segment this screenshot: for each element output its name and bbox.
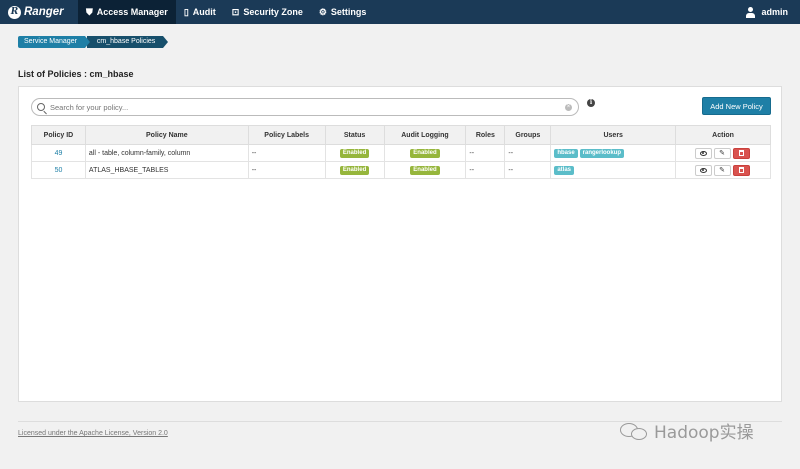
policy-labels: --	[247, 161, 326, 179]
ranger-logo-icon: R	[8, 5, 21, 19]
nav-settings-label: Settings	[330, 7, 367, 17]
search-box[interactable]: ×	[31, 98, 579, 116]
user-tag: atlas	[554, 165, 574, 175]
col-policy-id[interactable]: Policy ID	[31, 125, 86, 145]
eye-icon	[699, 150, 707, 156]
add-new-policy-button[interactable]: Add New Policy	[702, 97, 771, 115]
brand-logo[interactable]: R Ranger	[0, 0, 78, 24]
search-icon	[37, 103, 45, 111]
delete-button[interactable]	[732, 164, 750, 176]
policy-panel: × i Add New Policy Policy ID Policy Name…	[18, 86, 782, 402]
users-cell: atlas	[550, 161, 677, 179]
col-policy-labels: Policy Labels	[247, 125, 326, 145]
edit-icon: ✎	[719, 167, 725, 174]
user-tag: hbase	[554, 148, 578, 158]
view-button[interactable]	[694, 164, 712, 176]
action-cell: ✎	[675, 144, 771, 162]
table-row: 49 all - table, column-family, column --…	[31, 144, 771, 162]
breadcrumb-service-manager[interactable]: Service Manager	[18, 36, 90, 48]
col-audit-logging: Audit Logging	[383, 125, 467, 145]
users-cell: hbase rangerlookup	[550, 144, 677, 162]
nav-security-zone[interactable]: ⊡ Security Zone	[224, 0, 311, 24]
user-menu[interactable]: admin	[745, 0, 788, 24]
nav-settings[interactable]: ⚙ Settings	[311, 0, 375, 24]
roles-cell: --	[465, 144, 506, 162]
user-tag: rangerlookup	[579, 148, 624, 158]
edit-icon: ✎	[719, 150, 725, 157]
col-users: Users	[550, 125, 677, 145]
status-badge: Enabled	[339, 148, 370, 158]
watermark: Hadoop实操	[620, 418, 754, 443]
nav-audit-label: Audit	[192, 7, 216, 17]
status-cell: Enabled	[324, 161, 385, 179]
trash-icon	[738, 167, 744, 173]
groups-cell: --	[504, 161, 552, 179]
audit-badge: Enabled	[410, 148, 440, 158]
table-header-row: Policy ID Policy Name Policy Labels Stat…	[31, 125, 771, 145]
shield-icon: ⛊	[86, 6, 93, 17]
nav-security-zone-label: Security Zone	[243, 7, 303, 17]
roles-cell: --	[465, 161, 506, 179]
username: admin	[761, 7, 788, 17]
breadcrumb: Service Manager cm_hbase Policies	[18, 36, 169, 48]
search-input[interactable]	[50, 102, 565, 112]
edit-button[interactable]: ✎	[713, 164, 731, 176]
breadcrumb-policies[interactable]: cm_hbase Policies	[86, 36, 169, 48]
delete-button[interactable]	[732, 147, 750, 159]
col-status: Status	[324, 125, 385, 145]
gear-icon: ⚙	[318, 6, 327, 17]
policy-name: all - table, column-family, column	[84, 144, 249, 162]
user-icon	[745, 6, 756, 18]
info-icon[interactable]: i	[587, 99, 595, 107]
zone-icon: ⊡	[231, 6, 240, 17]
file-icon: ▯	[183, 6, 189, 17]
view-button[interactable]	[694, 147, 712, 159]
brand-name: Ranger	[24, 6, 64, 18]
nav-access-manager-label: Access Manager	[96, 7, 168, 17]
policy-table: Policy ID Policy Name Policy Labels Stat…	[31, 125, 771, 179]
policy-id[interactable]: 49	[31, 144, 86, 162]
status-cell: Enabled	[324, 144, 385, 162]
nav-access-manager[interactable]: ⛊ Access Manager	[78, 0, 176, 24]
eye-icon	[699, 167, 707, 173]
action-cell: ✎	[675, 161, 771, 179]
col-action: Action	[675, 125, 771, 145]
status-badge: Enabled	[339, 165, 370, 175]
policy-id[interactable]: 50	[31, 161, 86, 179]
watermark-text: Hadoop实操	[654, 423, 754, 443]
col-roles: Roles	[465, 125, 506, 145]
audit-badge: Enabled	[410, 165, 440, 175]
groups-cell: --	[504, 144, 552, 162]
col-policy-name[interactable]: Policy Name	[84, 125, 249, 145]
nav-audit[interactable]: ▯ Audit	[176, 0, 224, 24]
policy-name: ATLAS_HBASE_TABLES	[84, 161, 249, 179]
audit-cell: Enabled	[383, 144, 467, 162]
trash-icon	[738, 150, 744, 156]
policy-labels: --	[247, 144, 326, 162]
top-navbar: R Ranger ⛊ Access Manager ▯ Audit ⊡ Secu…	[0, 0, 800, 24]
license-link[interactable]: Licensed under the Apache License, Versi…	[18, 430, 168, 437]
audit-cell: Enabled	[383, 161, 467, 179]
wechat-icon	[620, 421, 650, 441]
table-row: 50 ATLAS_HBASE_TABLES -- Enabled Enabled…	[31, 161, 771, 179]
col-groups: Groups	[504, 125, 552, 145]
edit-button[interactable]: ✎	[713, 147, 731, 159]
page-title: List of Policies : cm_hbase	[18, 69, 134, 79]
clear-icon[interactable]: ×	[565, 103, 572, 111]
